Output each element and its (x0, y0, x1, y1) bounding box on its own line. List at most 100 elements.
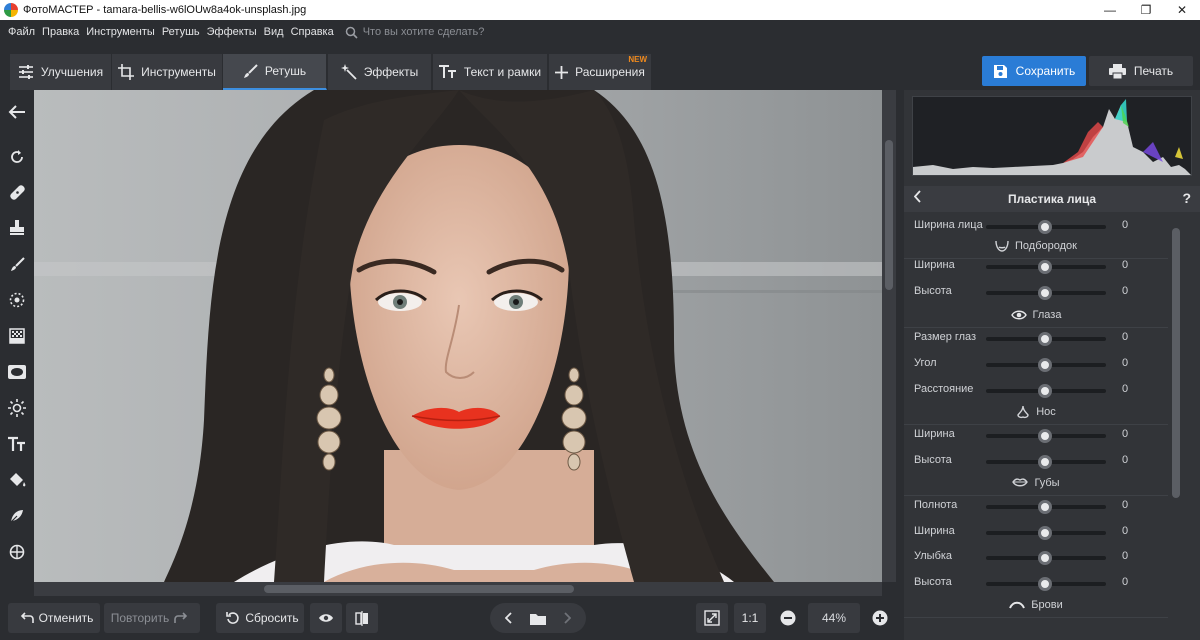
group-eyes: Глаза (904, 305, 1168, 328)
slider-knob[interactable] (1038, 577, 1052, 591)
back-button[interactable] (5, 100, 29, 124)
slider-eye-size[interactable]: Размер глаз 0 (904, 328, 1168, 348)
slider-smile[interactable]: Улыбка 0 (904, 547, 1168, 567)
slider-eye-distance[interactable]: Расстояние 0 (904, 380, 1168, 400)
redo-button[interactable]: Повторить (104, 603, 200, 633)
tool-radial[interactable] (5, 288, 29, 312)
sun-icon (8, 399, 26, 417)
chevron-left-icon[interactable] (505, 612, 513, 624)
scrollbar-thumb[interactable] (264, 585, 574, 593)
tool-stamp[interactable] (5, 216, 29, 240)
tool-fill[interactable] (5, 468, 29, 492)
preview-button[interactable] (310, 603, 342, 633)
menu-retouch[interactable]: Ретушь (162, 26, 200, 38)
slider-nose-width[interactable]: Ширина 0 (904, 425, 1168, 445)
close-button[interactable]: ✕ (1164, 0, 1200, 20)
tab-tools[interactable]: Инструменты (112, 54, 223, 90)
chevron-left-icon (913, 190, 921, 203)
floppy-icon (993, 64, 1007, 78)
tool-brush[interactable] (5, 252, 29, 276)
printer-icon (1108, 63, 1126, 79)
help-button[interactable]: ? (1182, 190, 1191, 206)
zoom-out-button[interactable] (772, 603, 804, 633)
photo-canvas[interactable] (34, 90, 882, 582)
slider-lip-height[interactable]: Высота 0 (904, 573, 1168, 593)
tool-light[interactable] (5, 396, 29, 420)
menu-edit[interactable]: Правка (42, 26, 79, 38)
command-search[interactable]: Что вы хотите сделать? (345, 26, 484, 39)
compare-icon (355, 610, 368, 626)
slider-knob[interactable] (1038, 551, 1052, 565)
group-chin: Подбородок (904, 236, 1168, 259)
zoom-in-button[interactable] (864, 603, 896, 633)
tool-vignette[interactable] (5, 360, 29, 384)
menu-help[interactable]: Справка (291, 26, 334, 38)
slider-label: Высота (914, 285, 952, 297)
tool-healing[interactable] (5, 180, 29, 204)
slider-knob[interactable] (1038, 429, 1052, 443)
minimize-button[interactable]: — (1092, 0, 1128, 20)
slider-knob[interactable] (1038, 500, 1052, 514)
left-toolbar (0, 90, 34, 600)
tab-text-frames[interactable]: Текст и рамки (433, 54, 548, 90)
slider-label: Угол (914, 357, 937, 369)
target-icon (9, 292, 25, 308)
scrollbar-thumb[interactable] (885, 140, 893, 290)
histogram (912, 96, 1192, 176)
slider-chin-height[interactable]: Высота 0 (904, 282, 1168, 302)
tool-rotate[interactable] (5, 145, 29, 169)
slider-knob[interactable] (1038, 526, 1052, 540)
print-button[interactable]: Печать (1089, 56, 1193, 86)
tab-improvements[interactable]: Улучшения (10, 54, 112, 90)
slider-face-width[interactable]: Ширина лица 0 (904, 216, 1168, 236)
menu-file[interactable]: Файл (8, 26, 35, 38)
canvas-vertical-scrollbar[interactable] (882, 90, 896, 582)
save-button[interactable]: Сохранить (982, 56, 1086, 86)
slider-label: Расстояние (914, 383, 974, 395)
folder-icon[interactable] (530, 612, 546, 625)
slider-chin-width[interactable]: Ширина 0 (904, 256, 1168, 276)
panel-back-button[interactable] (913, 190, 922, 206)
crosshair-icon (9, 544, 25, 560)
tab-extensions[interactable]: Расширения NEW (549, 54, 652, 90)
slider-value: 0 (1122, 428, 1129, 440)
tool-gradient[interactable] (5, 324, 29, 348)
panel-scrollbar[interactable] (1170, 218, 1182, 638)
menu-tools[interactable]: Инструменты (86, 26, 155, 38)
slider-value: 0 (1122, 499, 1129, 511)
group-nose: Нос (904, 402, 1168, 425)
brush-icon (10, 256, 25, 271)
scrollbar-thumb[interactable] (1172, 228, 1180, 498)
tab-effects[interactable]: Эффекты (328, 54, 432, 90)
tool-text[interactable] (5, 432, 29, 456)
slider-knob[interactable] (1038, 455, 1052, 469)
tab-retouch[interactable]: Ретушь (223, 54, 327, 90)
undo-button[interactable]: Отменить (8, 603, 100, 633)
menu-effects[interactable]: Эффекты (207, 26, 257, 38)
actual-size-button[interactable]: 1:1 (734, 603, 766, 633)
print-label: Печать (1133, 64, 1174, 78)
slider-label: Полнота (914, 499, 958, 511)
chevron-right-icon[interactable] (563, 612, 571, 624)
tool-crosshair[interactable] (5, 540, 29, 564)
slider-nose-height[interactable]: Высота 0 (904, 451, 1168, 471)
maximize-button[interactable]: ❐ (1128, 0, 1164, 20)
zoom-level[interactable]: 44% (808, 603, 860, 633)
fit-to-screen-button[interactable] (696, 603, 728, 633)
tool-quill[interactable] (5, 504, 29, 528)
slider-knob[interactable] (1038, 384, 1052, 398)
chin-icon (995, 240, 1009, 252)
slider-knob[interactable] (1038, 332, 1052, 346)
minus-circle-icon (780, 610, 796, 626)
slider-knob[interactable] (1038, 260, 1052, 274)
slider-knob[interactable] (1038, 220, 1052, 234)
slider-lip-width[interactable]: Ширина 0 (904, 522, 1168, 542)
menu-view[interactable]: Вид (264, 26, 284, 38)
slider-eye-angle[interactable]: Угол 0 (904, 354, 1168, 374)
slider-knob[interactable] (1038, 358, 1052, 372)
reset-button[interactable]: Сбросить (216, 603, 304, 633)
slider-knob[interactable] (1038, 286, 1052, 300)
slider-lip-fullness[interactable]: Полнота 0 (904, 496, 1168, 516)
canvas-horizontal-scrollbar[interactable] (34, 582, 882, 596)
compare-button[interactable] (346, 603, 378, 633)
